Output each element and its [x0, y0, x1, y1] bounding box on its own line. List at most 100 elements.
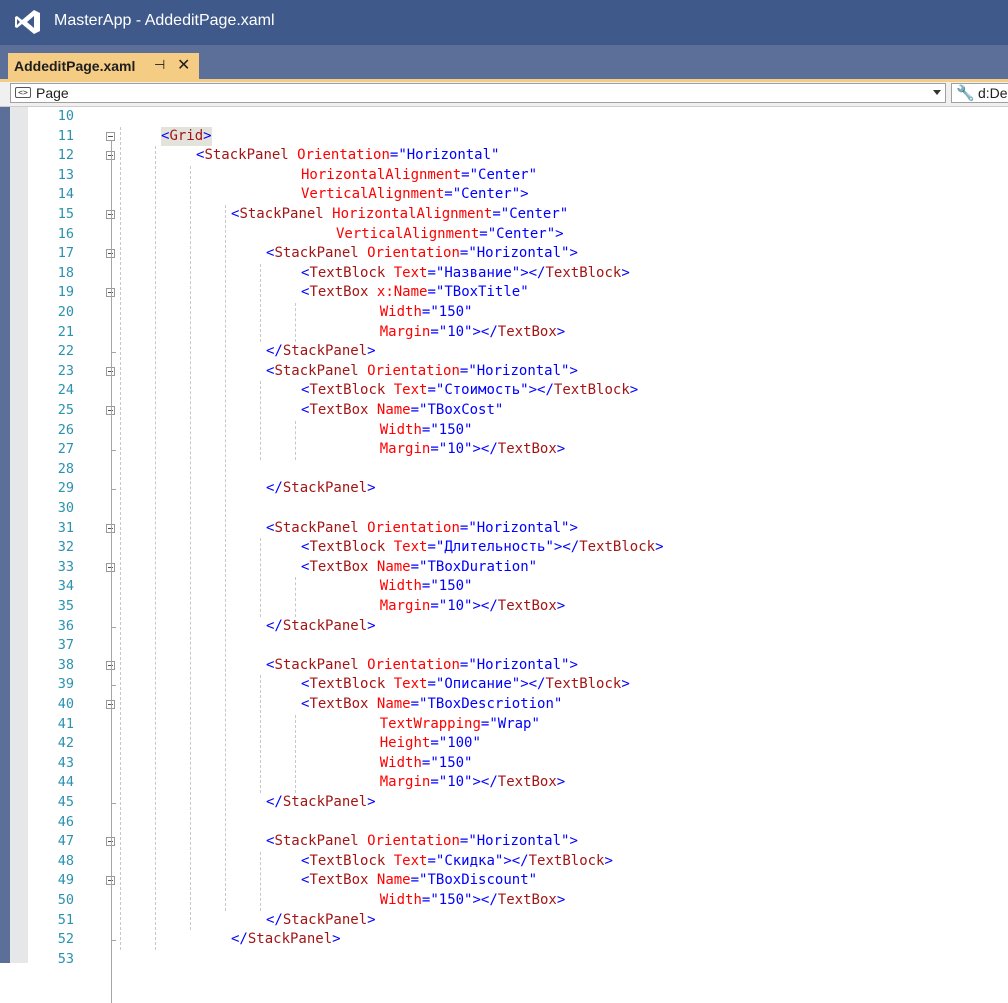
code-token: > [556, 774, 566, 791]
code-line: Height="100" [380, 734, 481, 754]
code-token: StackPanel [274, 362, 359, 379]
code-token: > [555, 225, 564, 242]
code-line: <TextBlock Text="Длительность"></TextBlo… [301, 538, 664, 558]
code-line: <StackPanel Orientation="Horizontal"> [266, 244, 578, 264]
code-token: StackPanel [282, 343, 368, 360]
code-token: TextBox [309, 872, 369, 889]
code-token: TextBlock [309, 382, 386, 399]
code-line: <TextBlock Text="Описание"></TextBlock> [301, 675, 630, 695]
code-token: = [427, 284, 436, 301]
close-icon[interactable]: ✕ [177, 55, 190, 75]
code-token: > [569, 833, 578, 850]
code-token: Margin [379, 441, 431, 458]
code-token: ></ [520, 676, 546, 693]
code-token: "Horizontal" [398, 147, 500, 164]
code-token: </ [266, 343, 283, 360]
code-token: > [367, 794, 376, 810]
code-token: StackPanel [274, 656, 359, 673]
pin-icon[interactable]: ⊣ [154, 57, 165, 73]
code-token: ></ [520, 264, 546, 281]
code-token: > [332, 931, 341, 948]
document-tab-label: AddeditPage.xaml [14, 58, 136, 74]
code-token: "150" [430, 892, 473, 908]
code-token: TextWrapping [379, 715, 481, 732]
code-token: ></ [472, 441, 498, 458]
code-token: > [520, 186, 529, 203]
code-editor[interactable]: 10 11 12 13 14 15 16 17 18 19 20 21 22 23 24 25 26 27 28 29… [0, 107, 1008, 1003]
code-token: > [556, 441, 566, 458]
code-token: > [367, 343, 376, 360]
code-token: "Стоимость" [435, 382, 529, 399]
code-token: = [427, 852, 436, 869]
indent-guide [260, 675, 261, 793]
code-token: = [427, 676, 436, 693]
code-token: = [430, 598, 439, 614]
code-line: <StackPanel Orientation="Horizontal" [196, 146, 499, 166]
code-token: = [427, 264, 436, 281]
code-token: TextBlock [309, 852, 386, 869]
code-token: x:Name [376, 284, 428, 301]
chevron-down-icon[interactable] [933, 90, 941, 95]
code-token: "TBoxCost" [419, 402, 504, 418]
code-token: Margin [379, 774, 431, 791]
code-token: "10" [438, 323, 473, 340]
code-token: Width [379, 754, 422, 771]
wrench-icon: 🔧 [956, 85, 975, 102]
code-token: > [621, 676, 630, 693]
indent-guide [260, 381, 261, 460]
code-token: = [430, 323, 439, 340]
code-line: </StackPanel> [231, 930, 341, 950]
code-token: TextBox [497, 598, 557, 614]
code-token: = [410, 696, 420, 712]
scope-dropdown-label: Page [36, 85, 69, 101]
scope-dropdown[interactable]: <> Page [10, 83, 946, 103]
code-text-area[interactable]: <Grid> <StackPanel Orientation="Horizonta… [0, 107, 1008, 963]
navigation-bar: <> Page 🔧 d:De [0, 82, 1008, 107]
code-token: "Horizontal" [468, 362, 570, 379]
code-line: Margin="10"></TextBox> [380, 440, 565, 460]
member-dropdown[interactable]: 🔧 d:De [951, 83, 1008, 103]
code-token: "Horizontal" [468, 833, 570, 850]
code-token: TextBlock [309, 539, 386, 556]
code-token: ></ [528, 382, 554, 399]
code-token: Text [393, 676, 428, 693]
code-token: > [556, 892, 566, 908]
code-token: TextBox [309, 558, 369, 575]
code-token: = [461, 166, 470, 183]
code-token: "10" [438, 774, 473, 791]
window-title: MasterApp - AddeditPage.xaml [54, 12, 275, 29]
code-token: = [410, 558, 420, 575]
code-token: TextBlock [545, 264, 622, 281]
code-token: = [430, 774, 439, 791]
code-token: "Длительность" [435, 539, 554, 556]
code-token: TextBlock [545, 676, 622, 693]
code-token: StackPanel [274, 833, 359, 850]
code-token: StackPanel [282, 794, 368, 810]
code-line: Width="150"></TextBox> [380, 891, 566, 911]
document-tab-addeditpage[interactable]: AddeditPage.xaml ⊣ ✕ [8, 53, 199, 79]
code-token: HorizontalAlignment [332, 206, 493, 222]
code-line: <TextBlock Text="Стоимость"></TextBlock> [301, 381, 638, 401]
code-line: <TextBox x:Name="TBoxTitle" [301, 283, 529, 303]
code-token: TextBox [497, 892, 557, 908]
code-token: StackPanel [204, 147, 289, 164]
code-token: > [655, 539, 664, 556]
code-token: > [569, 362, 578, 379]
code-token: > [569, 656, 578, 673]
code-token: Orientation [367, 656, 460, 673]
code-line: Width="150" [380, 303, 473, 323]
code-token: Width [379, 304, 422, 320]
code-token: StackPanel [282, 617, 368, 634]
code-token: Width [379, 892, 422, 908]
code-line: <Grid> [161, 126, 212, 147]
code-line: <TextBox Name="TBoxDiscount" [301, 871, 537, 891]
code-token: > [556, 323, 566, 340]
